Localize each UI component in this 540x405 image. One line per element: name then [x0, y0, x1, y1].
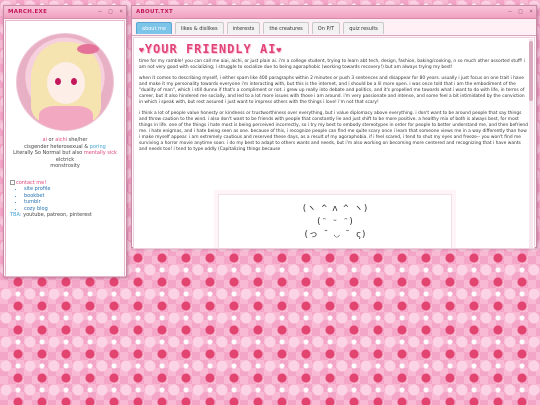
about-heading: ♥YOUR FRIENDLY AI♥ [139, 42, 529, 56]
about-window: ABOUT.TXT – □ × about me likes & dislike… [131, 5, 537, 249]
links-block: contact me! site profile bookbet tumblr … [10, 180, 120, 219]
tab-quiz-results[interactable]: quiz results [343, 22, 384, 34]
window-controls: – □ × [98, 8, 123, 16]
tba-label: TBA: [10, 212, 22, 218]
about-content[interactable]: ♥YOUR FRIENDLY AI♥ time for my ramble! y… [133, 37, 535, 249]
description-text: Literally So Normal but also [13, 150, 84, 156]
tba-text: youtube, patreon, pinterest [21, 212, 92, 218]
tab-about-me[interactable]: about me [136, 22, 172, 34]
pronouns-block: ai or aichi she/her cisgender heterosexu… [10, 137, 120, 170]
broken-image-icon [10, 180, 15, 186]
description-line-2: monstrosity [50, 163, 80, 169]
description-link[interactable]: mentally sick [84, 150, 117, 156]
window-controls: – □ × [508, 8, 533, 16]
about-window-titlebar[interactable]: ABOUT.TXT – □ × [132, 6, 536, 19]
minimize-icon[interactable]: – [508, 8, 512, 16]
content-scrollbar[interactable] [529, 39, 533, 248]
identity-link[interactable]: poring [90, 144, 106, 150]
tab-bar: about me likes & dislikes interests the … [132, 19, 536, 36]
avatar-wrapper [10, 33, 120, 131]
name-aichi: aichi [55, 137, 68, 143]
profile-window-body: ai or aichi she/her cisgender heterosexu… [5, 20, 125, 277]
kaomoji-box: (ヽ ^ ʌ ^ ヽ) (ᵔ ᵕ ᵔ) (っ ˘ ◡ ˘ ς) [218, 194, 452, 248]
heart-icon: ♥ [276, 46, 283, 55]
pronouns-text: she/her [67, 137, 88, 143]
close-icon[interactable]: × [529, 8, 533, 16]
profile-window-title: MARCH.EXE [8, 9, 48, 15]
profile-window-titlebar[interactable]: MARCH.EXE – □ × [4, 6, 126, 19]
about-window-title: ABOUT.TXT [136, 9, 174, 15]
heading-text: YOUR FRIENDLY AI [144, 42, 277, 56]
tab-the-creatures[interactable]: the creatures [263, 22, 309, 34]
about-paragraph: i think a lot of people value honesty or… [139, 111, 528, 152]
avatar [16, 33, 114, 131]
about-paragraph: when it comes to describing myself, i ei… [139, 76, 525, 105]
about-paragraph: time for my ramble! you can call me aiai… [139, 59, 526, 70]
maximize-icon[interactable]: □ [109, 8, 113, 16]
profile-links-list: site profile bookbet tumblr cozy blog [10, 186, 120, 212]
scrollbar-thumb[interactable] [529, 41, 533, 101]
maximize-icon[interactable]: □ [519, 8, 523, 16]
description-line: Literally So Normal but also mentally si… [10, 150, 120, 163]
minimize-icon[interactable]: – [98, 8, 102, 16]
tab-likes-dislikes[interactable]: likes & dislikes [174, 22, 224, 34]
description-tail: elctrick [55, 156, 75, 163]
identity-text: cisgender heterosexual & [24, 143, 90, 150]
tba-line: TBA: youtube, patreon, pinterest [10, 212, 120, 219]
profile-window: MARCH.EXE – □ × ai or aichi she/her cisg… [3, 5, 127, 277]
close-icon[interactable]: × [119, 8, 123, 16]
tab-on-pt[interactable]: On P/T [311, 22, 341, 34]
tab-interests[interactable]: interests [226, 22, 261, 34]
